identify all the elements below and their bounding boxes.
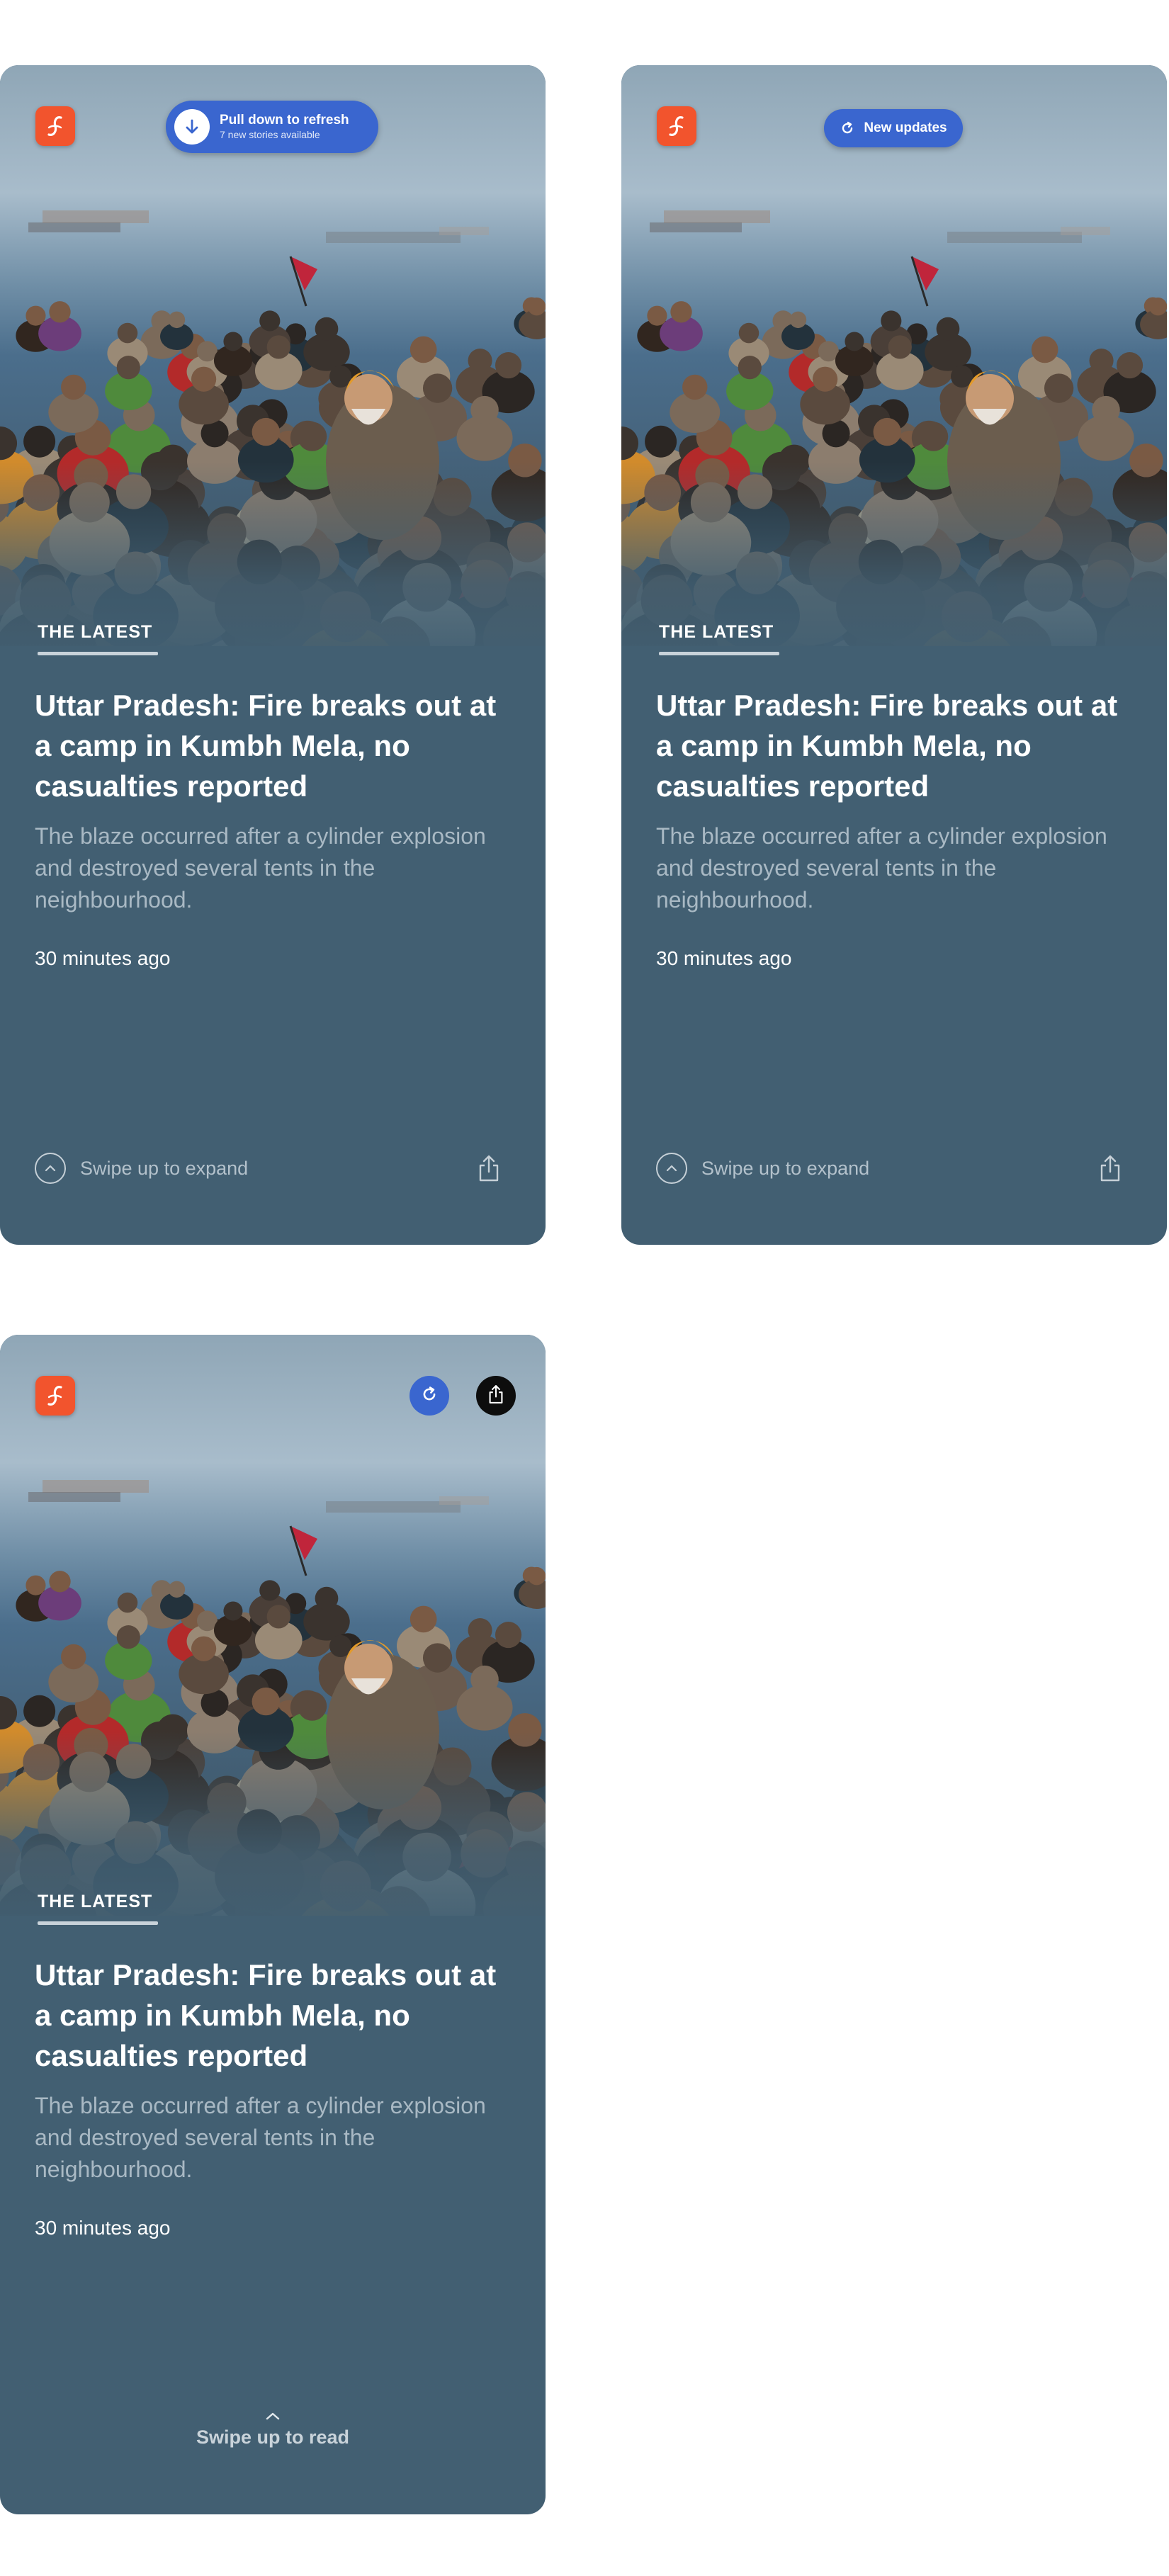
share-icon[interactable] (1092, 1151, 1128, 1186)
pill-title: Pull down to refresh (220, 113, 349, 128)
story-summary: The blaze occurred after a cylinder expl… (656, 823, 1107, 913)
swipe-up-to-read[interactable]: Swipe up to read (0, 2410, 546, 2448)
pill-title: New updates (864, 120, 947, 135)
story-card[interactable]: THE LATEST Uttar Pradesh: Fire breaks ou… (0, 1335, 546, 2514)
arrow-down-icon (174, 109, 210, 145)
section-underline (38, 1921, 158, 1925)
story-summary: The blaze occurred after a cylinder expl… (35, 823, 486, 913)
story-headline[interactable]: Uttar Pradesh: Fire breaks out at a camp… (35, 1955, 516, 2076)
story-card[interactable]: New updates THE LATEST Uttar Pradesh: Fi… (621, 65, 1167, 1245)
share-button[interactable] (476, 1376, 516, 1416)
swipe-up-hint[interactable]: Swipe up to expand (656, 1153, 869, 1184)
story-summary: The blaze occurred after a cylinder expl… (35, 2093, 486, 2182)
story-timestamp: 30 minutes ago (35, 2217, 171, 2239)
chevron-up-icon (35, 1153, 66, 1184)
share-icon[interactable] (471, 1151, 507, 1186)
refresh-icon (420, 1385, 439, 1407)
logo-icon[interactable] (35, 106, 75, 146)
section-label: THE LATEST (659, 622, 774, 642)
story-headline[interactable]: Uttar Pradesh: Fire breaks out at a camp… (35, 685, 516, 806)
chevron-up-icon (656, 1153, 687, 1184)
swipe-label: Swipe up to expand (701, 1157, 870, 1179)
logo-icon[interactable] (657, 106, 696, 146)
new-updates-pill[interactable]: New updates (824, 109, 963, 147)
share-icon (487, 1384, 504, 1408)
swipe-label: Swipe up to read (196, 2427, 350, 2448)
swipe-up-hint[interactable]: Swipe up to expand (35, 1153, 248, 1184)
story-timestamp: 30 minutes ago (35, 947, 171, 969)
section-underline (659, 652, 779, 655)
section-label: THE LATEST (38, 622, 153, 642)
pull-to-refresh-pill[interactable]: Pull down to refresh 7 new stories avail… (166, 101, 378, 153)
refresh-icon (840, 120, 855, 136)
story-card[interactable]: Pull down to refresh 7 new stories avail… (0, 65, 546, 1245)
section-underline (38, 652, 158, 655)
logo-icon[interactable] (35, 1376, 75, 1416)
refresh-button[interactable] (410, 1376, 449, 1416)
story-headline[interactable]: Uttar Pradesh: Fire breaks out at a camp… (656, 685, 1138, 806)
section-label: THE LATEST (38, 1892, 153, 1911)
swipe-label: Swipe up to expand (80, 1157, 249, 1179)
story-timestamp: 30 minutes ago (656, 947, 792, 969)
chevron-up-icon (0, 2410, 546, 2425)
pill-subtitle: 7 new stories available (220, 129, 320, 140)
